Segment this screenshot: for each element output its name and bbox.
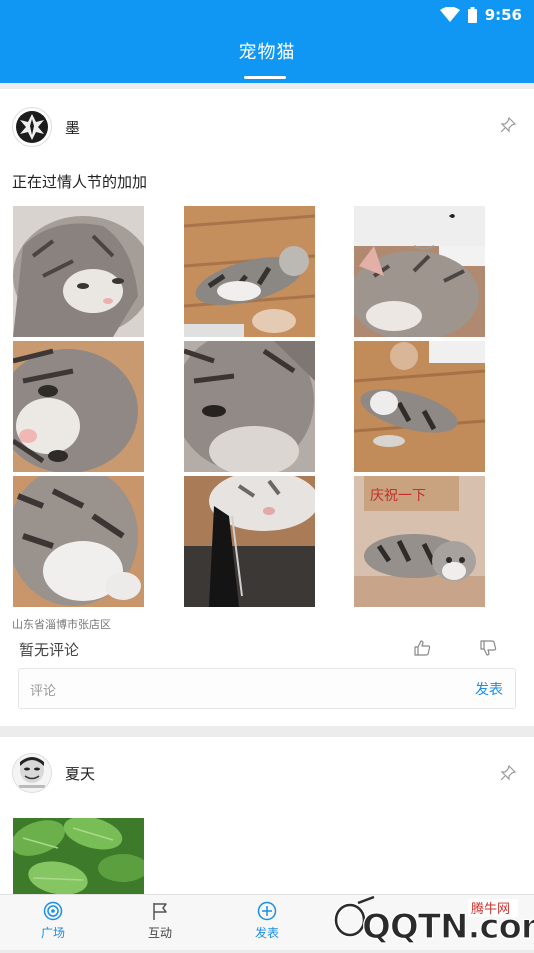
watermark: QQTN.com 腾牛网: [328, 893, 534, 949]
avatar[interactable]: [12, 107, 52, 147]
post-card: 墨 正在过情人节的加加 庆祝一下 山东省淄博市张店区 暂无评论 评论 发表: [0, 89, 534, 726]
avatar[interactable]: [12, 753, 52, 793]
status-bar: 9:56: [439, 5, 522, 25]
nav-item-label: 发表: [254, 926, 279, 940]
cat-photo[interactable]: [184, 476, 315, 607]
radar-icon: [43, 901, 63, 921]
status-time: 9:56: [484, 6, 522, 24]
battery-icon: [467, 7, 477, 23]
plus-circle-icon: [257, 901, 277, 921]
cat-photo[interactable]: [354, 206, 485, 337]
cat-photo[interactable]: [184, 341, 315, 472]
post-location: 山东省淄博市张店区: [12, 618, 111, 631]
nav-item-interact[interactable]: 互动: [120, 901, 200, 941]
post-header: 夏天: [12, 753, 95, 793]
nav-item-square[interactable]: 广场: [13, 901, 93, 941]
username[interactable]: 夏天: [65, 763, 95, 784]
cat-photo[interactable]: [13, 341, 144, 472]
publish-comment-button[interactable]: 发表: [475, 679, 503, 699]
cat-photo[interactable]: [184, 206, 315, 337]
post-header: 墨: [12, 107, 80, 147]
cat-photo[interactable]: [354, 341, 485, 472]
watermark-text: 腾牛网: [471, 901, 510, 917]
nav-item-label: 广场: [40, 926, 65, 940]
username[interactable]: 墨: [65, 117, 80, 138]
post-card: 夏天: [0, 737, 534, 897]
pin-icon[interactable]: [500, 117, 516, 133]
app-bar: 9:56 宠物猫: [0, 0, 534, 83]
comment-field[interactable]: 评论 发表: [18, 668, 516, 709]
nav-item-label: 互动: [147, 926, 172, 940]
cat-photo[interactable]: 庆祝一下: [354, 476, 485, 607]
page-title[interactable]: 宠物猫: [0, 38, 534, 64]
flag-icon: [153, 903, 167, 920]
svg-text:庆祝一下: 庆祝一下: [370, 488, 426, 504]
photo-grid: 庆祝一下: [13, 206, 485, 607]
plant-photo[interactable]: [13, 818, 144, 897]
comment-placeholder[interactable]: 评论: [30, 680, 56, 699]
tab-indicator: [244, 76, 286, 79]
thumb-up-icon[interactable]: [414, 640, 431, 656]
cat-photo[interactable]: [13, 206, 144, 337]
wifi-icon: [439, 7, 460, 22]
nav-item-publish[interactable]: 发表: [227, 901, 307, 941]
cat-photo[interactable]: [13, 476, 144, 607]
pin-icon[interactable]: [500, 765, 516, 781]
post-text: 正在过情人节的加加: [12, 173, 148, 191]
comment-status: 暂无评论: [19, 641, 80, 659]
thumb-down-icon[interactable]: [480, 640, 497, 656]
